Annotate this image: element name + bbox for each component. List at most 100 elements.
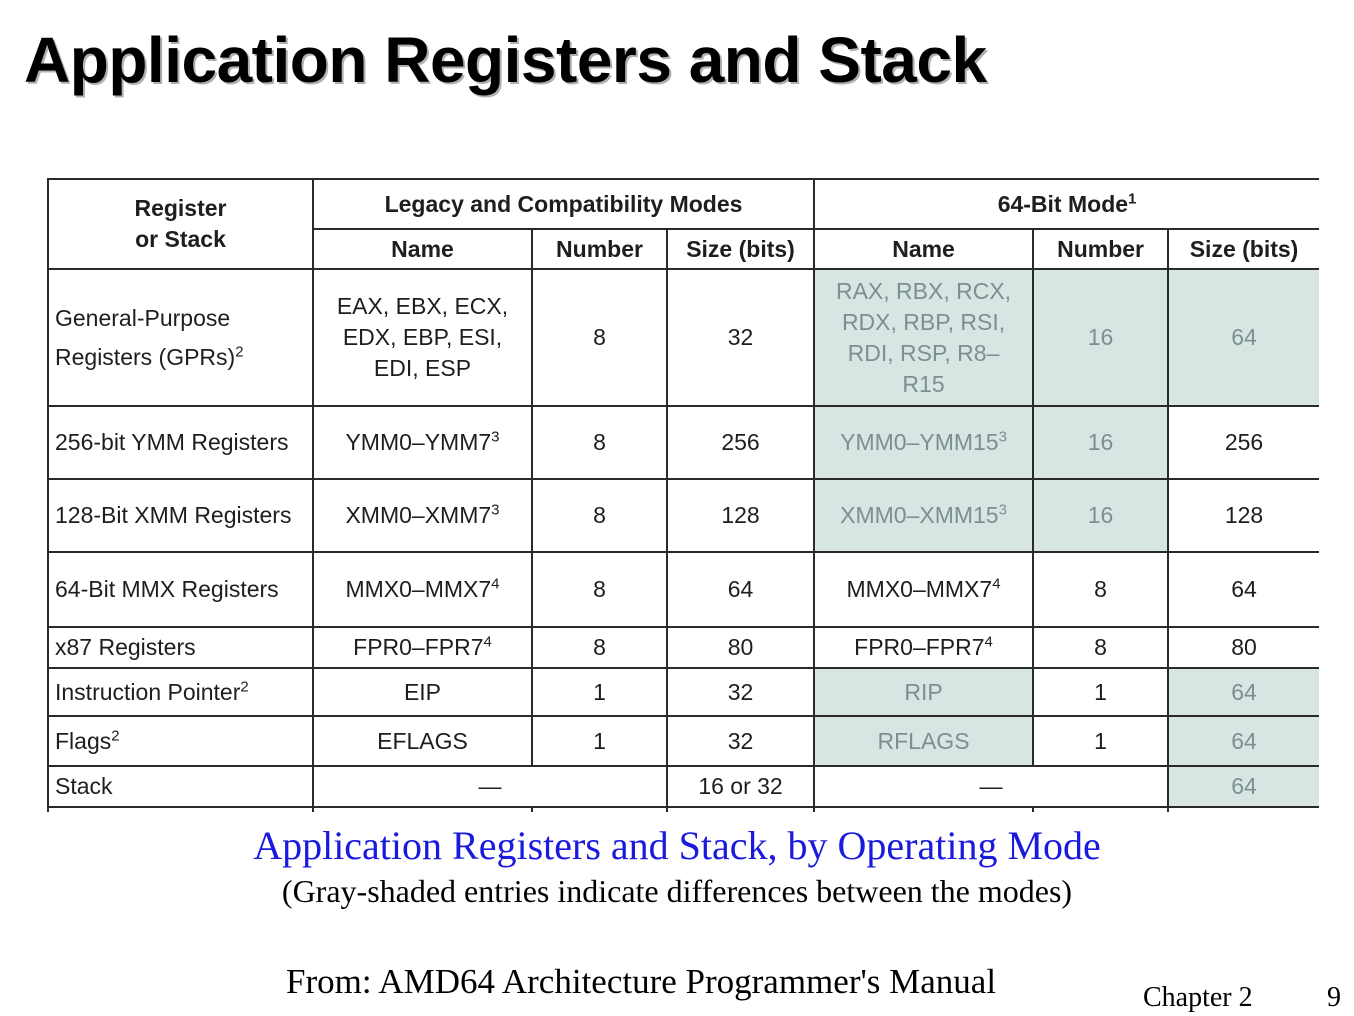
row-label: General-Purpose Registers (GPRs)2	[47, 268, 314, 407]
mode64-size-cell: 64	[1167, 551, 1319, 628]
footnote-ref: 2	[240, 677, 249, 695]
header-register-or-stack: Register or Stack	[47, 178, 314, 270]
mode64-name-text: XMM0–XMM15	[840, 502, 999, 528]
footnote-ref: 4	[483, 633, 492, 651]
header-legacy-modes: Legacy and Compatibility Modes	[311, 178, 816, 230]
mode64-size-cell: 256	[1167, 405, 1319, 480]
mode64-size-cell: 64	[1167, 765, 1319, 808]
table-row: General-Purpose Registers (GPRs)2 EAX, E…	[47, 268, 1319, 407]
header-64bit-label: 64-Bit Mode	[997, 190, 1129, 217]
footnote-ref: 2	[111, 726, 120, 744]
mode64-name-cell: RFLAGS	[813, 715, 1035, 767]
mode64-name-text: YMM0–YMM15	[840, 429, 999, 455]
cropped-cell	[531, 806, 668, 812]
cropped-cell	[665, 806, 816, 812]
col-64bit-size: Size (bits)	[1167, 228, 1319, 270]
legacy-name-text: FPR0–FPR7	[353, 634, 484, 660]
legacy-name-cell: MMX0–MMX74	[312, 551, 533, 628]
chapter-label: Chapter 2	[1143, 982, 1253, 1013]
mode64-number-cell: 16	[1032, 405, 1170, 480]
mode64-name-text: FPR0–FPR7	[854, 634, 985, 660]
col-legacy-number: Number	[531, 228, 668, 270]
legacy-name-cell: XMM0–XMM73	[312, 478, 533, 553]
cropped-cell	[312, 806, 533, 812]
col-legacy-size: Size (bits)	[665, 228, 816, 270]
col-legacy-name: Name	[312, 228, 533, 270]
footnote-ref: 4	[984, 633, 993, 651]
mode64-name-number-cell: —	[813, 765, 1170, 808]
table-row: 128-Bit XMM Registers XMM0–XMM73 8 128 X…	[47, 478, 1319, 553]
footnote-ref: 3	[998, 501, 1007, 519]
mode64-name-text: MMX0–MMX7	[846, 576, 993, 602]
row-label: 64-Bit MMX Registers	[47, 551, 314, 628]
register-table-figure: Register or Stack Legacy and Compatibili…	[47, 178, 1319, 812]
mode64-size-cell: 80	[1167, 626, 1319, 669]
footnote-ref: 2	[235, 342, 244, 360]
mode64-number-cell: 8	[1032, 626, 1170, 669]
legacy-size-cell: 16 or 32	[665, 765, 816, 808]
mode64-number-cell: 16	[1032, 478, 1170, 553]
cropped-cell	[813, 806, 1035, 812]
row-label: Flags2	[47, 715, 314, 767]
mode64-size-cell: 64	[1167, 667, 1319, 717]
table-row: Stack — 16 or 32 — 64	[47, 765, 1319, 808]
legacy-name-cell: EAX, EBX, ECX, EDX, EBP, ESI, EDI, ESP	[312, 268, 533, 407]
row-label-text: Flags	[55, 727, 112, 754]
table-row: Flags2 EFLAGS 1 32 RFLAGS 1 64	[47, 715, 1319, 767]
footnote-ref: 4	[491, 575, 500, 593]
mode64-name-cell: RAX, RBX, RCX, RDX, RBP, RSI, RDI, RSP, …	[813, 268, 1035, 407]
mode64-size-cell: 64	[1167, 715, 1319, 767]
table-row: 64-Bit MMX Registers MMX0–MMX74 8 64 MMX…	[47, 551, 1319, 628]
row-label: Stack	[47, 765, 314, 808]
mode64-number-cell: 16	[1032, 268, 1170, 407]
figure-caption-note: (Gray-shaded entries indicate difference…	[281, 873, 1073, 909]
row-label-text: Instruction Pointer	[55, 678, 241, 705]
page-number: 9	[1327, 982, 1341, 1013]
cropped-cell	[1167, 806, 1319, 812]
legacy-name-number-cell: —	[312, 765, 668, 808]
legacy-number-cell: 8	[531, 551, 668, 628]
row-label: 128-Bit XMM Registers	[47, 478, 314, 553]
mode64-number-cell: 8	[1032, 551, 1170, 628]
mode64-number-cell: 1	[1032, 715, 1170, 767]
footnote-ref: 1	[1128, 189, 1137, 207]
col-64bit-number: Number	[1032, 228, 1170, 270]
legacy-size-cell: 32	[665, 268, 816, 407]
row-label: Instruction Pointer2	[47, 667, 314, 717]
legacy-size-cell: 128	[665, 478, 816, 553]
table-row: Instruction Pointer2 EIP 1 32 RIP 1 64	[47, 667, 1319, 717]
row-label: x87 Registers	[47, 626, 314, 669]
cropped-cell	[1032, 806, 1170, 812]
legacy-name-text: XMM0–XMM7	[345, 502, 492, 528]
mode64-number-cell: 1	[1032, 667, 1170, 717]
table-row: x87 Registers FPR0–FPR74 8 80 FPR0–FPR74…	[47, 626, 1319, 669]
legacy-name-text: YMM0–YMM7	[345, 429, 492, 455]
legacy-name-cell: EFLAGS	[312, 715, 533, 767]
legacy-name-text: MMX0–MMX7	[345, 576, 492, 602]
legacy-size-cell: 32	[665, 715, 816, 767]
legacy-size-cell: 256	[665, 405, 816, 480]
legacy-number-cell: 8	[531, 626, 668, 669]
mode64-name-cell: XMM0–XMM153	[813, 478, 1035, 553]
mode64-size-cell: 64	[1167, 268, 1319, 407]
legacy-number-cell: 8	[531, 478, 668, 553]
register-table: Register or Stack Legacy and Compatibili…	[47, 178, 1319, 812]
row-label: 256-bit YMM Registers	[47, 405, 314, 480]
legacy-size-cell: 64	[665, 551, 816, 628]
mode64-name-cell: RIP	[813, 667, 1035, 717]
footnote-ref: 4	[992, 575, 1001, 593]
mode64-name-cell: MMX0–MMX74	[813, 551, 1035, 628]
legacy-size-cell: 80	[665, 626, 816, 669]
mode64-name-cell: FPR0–FPR74	[813, 626, 1035, 669]
legacy-number-cell: 1	[531, 667, 668, 717]
mode64-size-cell: 128	[1167, 478, 1319, 553]
legacy-name-cell: FPR0–FPR74	[312, 626, 533, 669]
table-row-cropped	[47, 806, 1319, 812]
legacy-name-cell: YMM0–YMM73	[312, 405, 533, 480]
legacy-size-cell: 32	[665, 667, 816, 717]
source-citation: From: AMD64 Architecture Programmer's Ma…	[286, 962, 997, 1001]
footnote-ref: 3	[998, 428, 1007, 446]
legacy-number-cell: 8	[531, 405, 668, 480]
mode64-name-cell: YMM0–YMM153	[813, 405, 1035, 480]
row-label-text: General-Purpose Registers (GPRs)	[55, 304, 236, 370]
